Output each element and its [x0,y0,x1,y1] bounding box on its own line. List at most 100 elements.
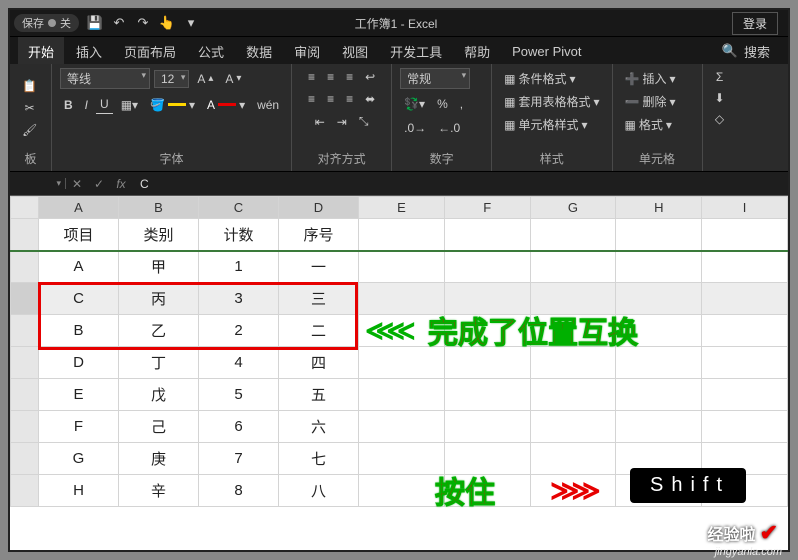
font-color-button[interactable]: A▾ [203,96,249,114]
tab-review[interactable]: 审阅 [284,37,330,65]
table-row[interactable]: E 戊 5 五 [11,379,788,411]
delete-cells-button[interactable]: ➖ 删除 ▾ [621,91,680,112]
merge-icon[interactable]: ⬌ [361,90,379,108]
cell[interactable]: E [39,379,119,411]
cell[interactable]: 1 [199,251,279,283]
col-header[interactable]: I [702,197,788,219]
conditional-format-button[interactable]: ▦ 条件格式 ▾ [500,68,579,89]
wrap-text-icon[interactable]: ↩ [361,68,379,86]
cell[interactable]: 项目 [39,219,119,251]
decrease-decimal-icon[interactable]: ←.0 [434,119,464,137]
select-all-corner[interactable] [11,197,39,219]
tab-home[interactable]: 开始 [18,37,64,65]
cell[interactable]: 类别 [119,219,199,251]
cell[interactable]: 丙 [119,283,199,315]
confirm-icon[interactable]: ✓ [88,177,110,191]
cell[interactable]: 3 [199,283,279,315]
currency-icon[interactable]: 💱▾ [400,95,429,113]
col-header[interactable]: B [119,197,199,219]
cell[interactable]: 二 [279,315,359,347]
format-table-button[interactable]: ▦ 套用表格格式 ▾ [500,91,603,112]
cell[interactable]: 四 [279,347,359,379]
clear-icon[interactable]: ◇ [711,110,728,128]
fill-icon[interactable]: ⬇ [711,89,729,107]
row-header[interactable] [11,315,39,347]
table-row[interactable]: F 己 6 六 [11,411,788,443]
row-header[interactable] [11,379,39,411]
save-icon[interactable]: 💾 [87,15,103,31]
cell[interactable]: 戊 [119,379,199,411]
increase-font-icon[interactable]: A▴ [193,70,217,88]
align-top-icon[interactable]: ≡ [304,68,319,86]
table-row[interactable]: 项目 类别 计数 序号 [11,219,788,251]
row-header[interactable] [11,219,39,251]
orientation-icon[interactable]: ⤡ [355,112,373,131]
cell[interactable]: 6 [199,411,279,443]
name-box[interactable] [10,178,66,189]
col-header[interactable]: G [530,197,616,219]
row-header[interactable] [11,283,39,315]
formula-input[interactable]: C [132,177,788,191]
insert-cells-button[interactable]: ➕ 插入 ▾ [621,68,680,89]
search-box[interactable]: 🔍 搜索 [712,37,780,65]
cell[interactable]: B [39,315,119,347]
col-header[interactable]: D [279,197,359,219]
tab-insert[interactable]: 插入 [66,37,112,65]
cell[interactable]: 丁 [119,347,199,379]
align-right-icon[interactable]: ≡ [342,90,357,108]
cell[interactable]: 五 [279,379,359,411]
cell[interactable]: 辛 [119,475,199,507]
autosum-icon[interactable]: Σ [712,68,727,86]
undo-icon[interactable]: ↶ [111,15,127,31]
grid[interactable]: A B C D E F G H I 项目 类别 计数 序号 A 甲 1 一 C … [10,196,788,507]
underline-button[interactable]: U [96,95,113,114]
row-header[interactable] [11,251,39,283]
cell[interactable]: 六 [279,411,359,443]
cell[interactable]: D [39,347,119,379]
cell[interactable]: 乙 [119,315,199,347]
worksheet[interactable]: A B C D E F G H I 项目 类别 计数 序号 A 甲 1 一 C … [10,196,788,550]
fill-color-button[interactable]: 🪣▾ [146,96,199,114]
cell[interactable]: 一 [279,251,359,283]
decrease-font-icon[interactable]: A▾ [221,70,245,88]
italic-button[interactable]: I [81,96,92,114]
cell[interactable]: F [39,411,119,443]
align-middle-icon[interactable]: ≡ [323,68,338,86]
qat-more-icon[interactable]: ▾ [183,15,199,31]
redo-icon[interactable]: ↷ [135,15,151,31]
indent-left-icon[interactable]: ⇤ [311,113,329,131]
tab-formulas[interactable]: 公式 [188,37,234,65]
row-header[interactable] [11,347,39,379]
tab-powerpivot[interactable]: Power Pivot [502,39,591,63]
cell[interactable]: 八 [279,475,359,507]
cell[interactable]: G [39,443,119,475]
cell[interactable]: 计数 [199,219,279,251]
cell[interactable]: 5 [199,379,279,411]
row-header[interactable] [11,443,39,475]
cell[interactable]: A [39,251,119,283]
column-headers[interactable]: A B C D E F G H I [11,197,788,219]
cell[interactable]: 己 [119,411,199,443]
touch-mode-icon[interactable]: 👆 [159,15,175,31]
indent-right-icon[interactable]: ⇥ [333,113,351,131]
col-header[interactable]: C [199,197,279,219]
cell[interactable]: 2 [199,315,279,347]
cancel-icon[interactable]: ✕ [66,177,88,191]
paste-button[interactable]: 📋 [18,77,41,95]
cell[interactable]: 8 [199,475,279,507]
tab-help[interactable]: 帮助 [454,37,500,65]
autosave-toggle[interactable]: 保存 关 [14,14,79,32]
cell[interactable]: 4 [199,347,279,379]
cell[interactable]: C [39,283,119,315]
row-header[interactable] [11,475,39,507]
col-header[interactable]: H [616,197,702,219]
col-header[interactable]: A [39,197,119,219]
bold-button[interactable]: B [60,96,77,114]
increase-decimal-icon[interactable]: .0→ [400,119,430,137]
cut-icon[interactable]: ✂ [21,99,39,117]
col-header[interactable]: E [359,197,445,219]
align-center-icon[interactable]: ≡ [323,90,338,108]
tab-developer[interactable]: 开发工具 [380,37,452,65]
font-name-select[interactable]: 等线 [60,68,150,89]
row-header[interactable] [11,411,39,443]
